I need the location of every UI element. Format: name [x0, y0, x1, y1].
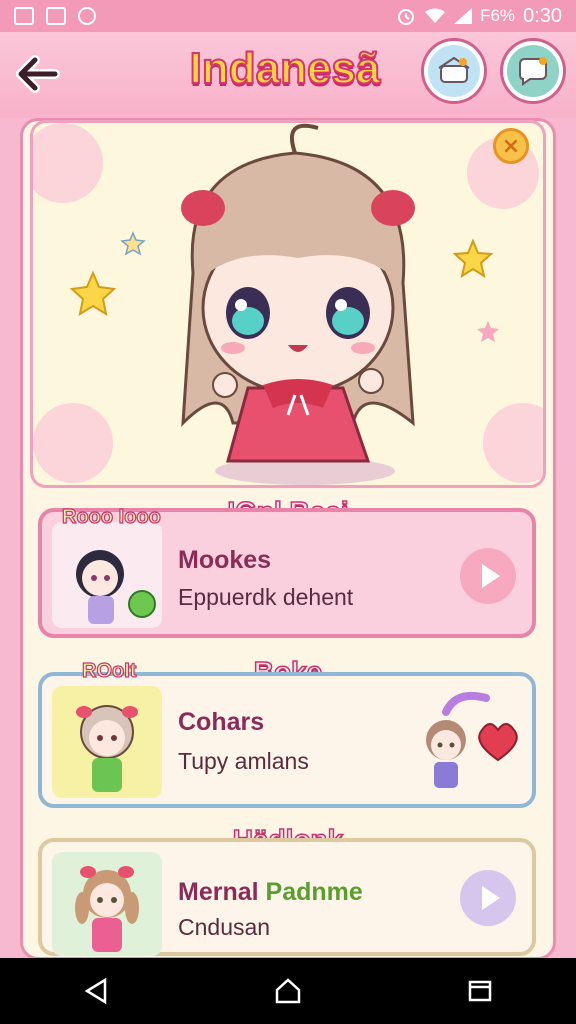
- card-title: Mookes: [178, 546, 272, 574]
- header: Indanesã: [0, 32, 576, 118]
- signal-icon: [454, 8, 473, 24]
- nav-back-button[interactable]: [66, 966, 126, 1016]
- card-title: Mernal Padnme: [178, 878, 363, 907]
- play-icon: [481, 564, 500, 588]
- system-nav-bar: [0, 958, 576, 1024]
- list-item[interactable]: ROoIt Cohars Tupy amlans: [38, 659, 536, 808]
- clock: 0:30: [523, 4, 562, 27]
- character-thumbnail: [52, 852, 162, 956]
- character-thumbnail: [52, 686, 162, 798]
- card-badge: Rooo Iooo: [61, 505, 161, 528]
- character-thumbnail: [52, 522, 162, 628]
- status-bar: F6% 0:30: [0, 0, 576, 32]
- card-badge: ROoIt: [81, 659, 137, 682]
- chat-button[interactable]: [503, 41, 563, 101]
- nav-back-icon: [84, 977, 107, 1005]
- gallery-icon: [46, 7, 66, 25]
- nav-recents-icon: [468, 980, 492, 1002]
- hero-image: ×: [30, 120, 546, 488]
- image-icon: [14, 7, 34, 25]
- battery-text: F6%: [480, 6, 516, 25]
- sync-icon: [78, 7, 96, 25]
- chat-bubble-icon: [519, 57, 547, 86]
- play-button[interactable]: [460, 870, 516, 926]
- close-icon-button[interactable]: ×: [493, 128, 529, 164]
- alarm-icon: [398, 9, 415, 25]
- play-button[interactable]: [460, 548, 516, 604]
- home-button[interactable]: [424, 41, 484, 101]
- page-title: Indanesã: [189, 43, 382, 94]
- arrow-left-icon: [16, 55, 60, 93]
- card-title-part1: Mernal: [178, 878, 259, 906]
- list-item[interactable]: Mernal Padnme Cndusan: [38, 838, 536, 956]
- house-icon: [438, 56, 470, 83]
- card-title-highlight: Padnme: [265, 878, 363, 906]
- play-icon: [481, 886, 500, 910]
- card-subtitle: Eppuerdk dehent: [178, 584, 354, 610]
- back-button[interactable]: [12, 48, 64, 100]
- card-title: Cohars: [178, 708, 265, 736]
- character-sticker: [426, 691, 518, 788]
- close-x-icon: ×: [501, 133, 521, 159]
- card-subtitle: Cndusan: [178, 914, 271, 940]
- nav-recents-button[interactable]: [450, 966, 510, 1016]
- nav-home-button[interactable]: [258, 966, 318, 1016]
- nav-home-icon: [275, 978, 301, 1004]
- chibi-girl-illustration: [33, 123, 543, 485]
- wifi-icon: [425, 8, 446, 23]
- list-item[interactable]: Rooo Iooo Mookes Eppuerdk dehent: [38, 505, 536, 638]
- card-subtitle: Tupy amlans: [178, 748, 309, 774]
